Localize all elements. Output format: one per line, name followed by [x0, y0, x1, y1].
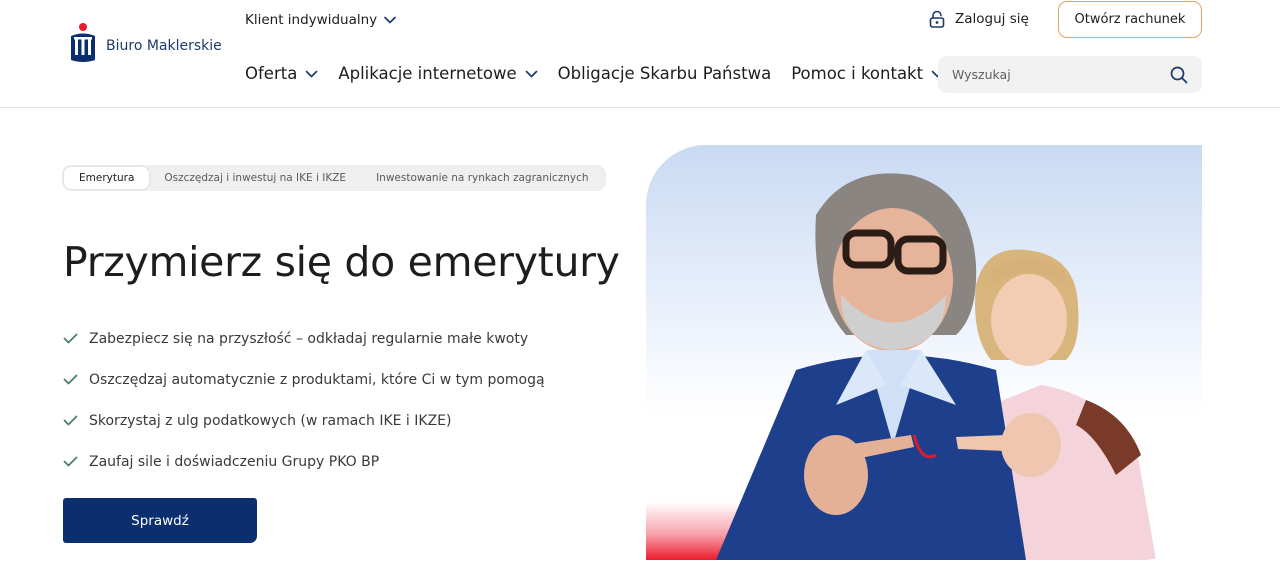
brand-name: Biuro Maklerskie: [106, 38, 222, 54]
tab-emerytura[interactable]: Emerytura: [64, 167, 150, 189]
chevron-down-icon: [384, 16, 397, 24]
tab-rynki-zagraniczne[interactable]: Inwestowanie na rynkach zagranicznych: [361, 167, 603, 189]
brand-logo-link[interactable]: Biuro Maklerskie: [68, 22, 222, 64]
check-icon: [63, 374, 78, 385]
check-icon: [63, 415, 78, 426]
open-account-button[interactable]: Otwórz rachunek: [1058, 1, 1202, 38]
tab-ike-ikze[interactable]: Oszczędzaj i inwestuj na IKE i IKZE: [149, 167, 361, 189]
site-header: Biuro Maklerskie Klient indywidualny Ofe…: [0, 0, 1280, 108]
search-box: [938, 56, 1202, 93]
main-nav: Oferta Aplikacje internetowe Obligacje S…: [245, 64, 964, 83]
nav-item-aplikacje[interactable]: Aplikacje internetowe: [338, 64, 538, 83]
nav-item-pomoc[interactable]: Pomoc i kontakt: [791, 64, 944, 83]
nav-item-label: Aplikacje internetowe: [338, 64, 517, 83]
nav-item-obligacje[interactable]: Obligacje Skarbu Państwa: [558, 64, 772, 83]
hero-tabs: Emerytura Oszczędzaj i inwestuj na IKE i…: [62, 165, 606, 191]
nav-item-label: Oferta: [245, 64, 298, 83]
couple-illustration: [716, 173, 1156, 560]
list-item: Zabezpiecz się na przyszłość – odkładaj …: [63, 318, 545, 359]
check-icon: [63, 456, 78, 467]
check-offer-button[interactable]: Sprawdź: [63, 498, 257, 543]
list-item: Oszczędzaj automatycznie z produktami, k…: [63, 359, 545, 400]
benefit-text: Zabezpiecz się na przyszłość – odkładaj …: [89, 330, 529, 347]
search-icon[interactable]: [1170, 66, 1188, 84]
benefit-text: Skorzystaj z ulg podatkowych (w ramach I…: [89, 412, 452, 429]
benefit-text: Oszczędzaj automatycznie z produktami, k…: [89, 371, 545, 388]
client-type-label: Klient indywidualny: [245, 12, 378, 28]
padlock-icon: [929, 10, 945, 28]
chevron-down-icon: [305, 70, 318, 77]
list-item: Zaufaj sile i doświadczeniu Grupy PKO BP: [63, 441, 545, 482]
benefits-list: Zabezpiecz się na przyszłość – odkładaj …: [63, 318, 545, 482]
check-icon: [63, 333, 78, 344]
search-input[interactable]: [952, 67, 1170, 82]
client-type-dropdown[interactable]: Klient indywidualny: [245, 12, 397, 28]
nav-item-oferta[interactable]: Oferta: [245, 64, 318, 83]
hero-photo: [646, 145, 1202, 560]
list-item: Skorzystaj z ulg podatkowych (w ramach I…: [63, 400, 545, 441]
nav-item-label: Pomoc i kontakt: [791, 64, 924, 83]
login-link[interactable]: Zaloguj się: [929, 10, 1029, 28]
nav-item-label: Obligacje Skarbu Państwa: [557, 64, 772, 83]
page-title: Przymierz się do emerytury: [63, 238, 620, 286]
benefit-text: Zaufaj sile i doświadczeniu Grupy PKO BP: [89, 453, 380, 470]
pko-logo-icon: [71, 23, 95, 62]
chevron-down-icon: [525, 70, 538, 77]
login-label: Zaloguj się: [955, 11, 1029, 27]
